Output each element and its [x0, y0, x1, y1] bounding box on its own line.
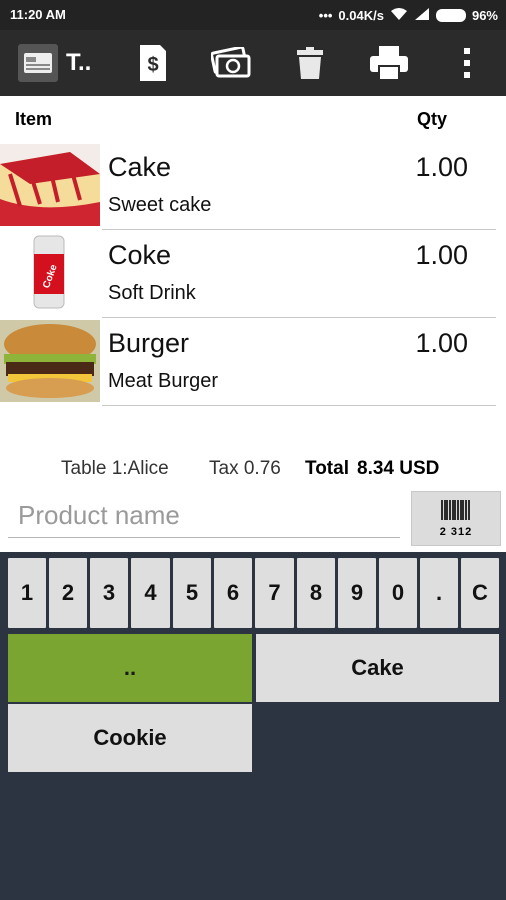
item-name: Coke	[108, 240, 172, 270]
key-9[interactable]: 9	[338, 558, 376, 628]
burger-image	[0, 320, 100, 402]
more-button[interactable]	[458, 30, 476, 96]
receipt-icon: $	[138, 44, 168, 82]
trash-icon	[297, 47, 323, 79]
receipt-button[interactable]: $	[132, 30, 174, 96]
payment-button[interactable]	[208, 30, 254, 96]
row-divider	[102, 405, 496, 406]
ticket-line-coke[interactable]: Coke Coke Soft Drink 1.00	[0, 230, 506, 318]
top-toolbar: T.. $	[0, 30, 506, 96]
ticket-tab-label: T..	[66, 49, 92, 76]
item-qty: 1.00	[415, 152, 468, 182]
battery-icon	[435, 9, 466, 22]
item-qty: 1.00	[415, 240, 468, 270]
key-3[interactable]: 3	[90, 558, 128, 628]
column-header-item: Item	[15, 109, 53, 129]
status-time: 11:20 AM	[10, 7, 66, 22]
key-4[interactable]: 4	[131, 558, 170, 628]
delete-button[interactable]	[293, 30, 327, 96]
print-icon	[370, 46, 408, 80]
ticket-tab[interactable]: T..	[18, 30, 91, 96]
key-clear[interactable]: C	[461, 558, 499, 628]
more-vert-icon	[463, 47, 471, 79]
key-decimal[interactable]: .	[420, 558, 458, 628]
key-6[interactable]: 6	[214, 558, 252, 628]
coke-image: Coke	[0, 232, 100, 314]
print-button[interactable]	[368, 30, 410, 96]
status-indicators: ••• 0.04K/s 96%	[319, 7, 498, 24]
key-1[interactable]: 1	[8, 558, 46, 628]
key-2[interactable]: 2	[49, 558, 87, 628]
ticket-line-burger[interactable]: Burger Meat Burger 1.00	[0, 318, 506, 406]
item-name: Cake	[108, 152, 172, 182]
barcode-scan-button[interactable]: 2 312	[411, 491, 501, 546]
item-qty: 1.00	[415, 328, 468, 358]
product-cake-button[interactable]: Cake	[256, 634, 499, 702]
item-description: Meat Burger	[108, 370, 219, 392]
signal-icon	[414, 7, 430, 24]
item-name: Burger	[108, 328, 190, 358]
total-label: Total	[305, 458, 349, 479]
total-value: 8.34 USD	[357, 458, 440, 479]
network-speed: 0.04K/s	[338, 8, 384, 23]
keypad-area: 1 2 3 4 5 6 7 8 9 0 . C .. Cake Cookie	[0, 552, 506, 900]
battery-percent: 96%	[471, 8, 498, 23]
key-5[interactable]: 5	[173, 558, 211, 628]
key-7[interactable]: 7	[255, 558, 294, 628]
product-cookie-button[interactable]: Cookie	[8, 704, 252, 772]
key-0[interactable]: 0	[379, 558, 417, 628]
item-description: Sweet cake	[108, 194, 212, 216]
network-dots-icon: •••	[318, 8, 333, 23]
column-header-qty: Qty	[417, 109, 448, 129]
tax-label: Tax 0.76	[209, 458, 281, 479]
payment-icon	[211, 47, 251, 79]
item-description: Soft Drink	[108, 282, 196, 304]
ticket-line-cake[interactable]: Cake Sweet cake 1.00	[0, 142, 506, 230]
product-name-input[interactable]	[8, 494, 400, 538]
table-label: Table 1:Alice	[61, 458, 169, 479]
status-bar: 11:20 AM ••• 0.04K/s 96%	[0, 0, 506, 30]
category-back-button[interactable]: ..	[8, 634, 252, 702]
barcode-number: 2 312	[439, 525, 473, 538]
wifi-icon	[390, 7, 408, 24]
svg-text:$: $	[147, 54, 158, 76]
cake-image	[0, 144, 100, 226]
ticket-list: Item Qty Cake Sweet cake 1.00 Coke Coke …	[0, 96, 506, 552]
ticket-icon	[18, 44, 58, 82]
barcode-icon	[441, 499, 471, 525]
key-8[interactable]: 8	[297, 558, 335, 628]
